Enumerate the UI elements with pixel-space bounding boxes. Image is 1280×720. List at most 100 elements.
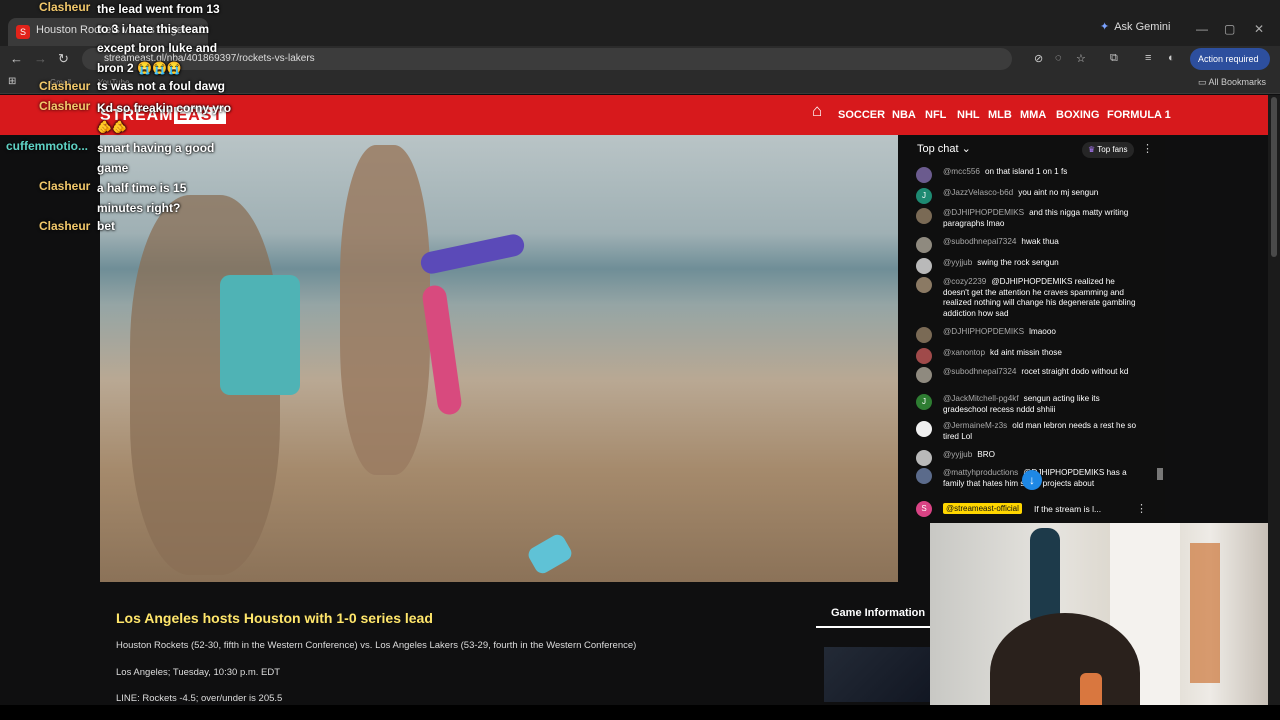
bookmark-star-icon[interactable]: ☆ [1076,52,1086,65]
overlay-username: Clasheur [39,179,91,193]
chat-message-body: @cozy2239 @DJHIPHOPDEMIKS realized he doe… [943,277,1139,319]
ask-gemini-button[interactable]: ✦ Ask Gemini [1100,20,1170,38]
video-pool-noodle-purple [418,232,527,276]
chat-avatar[interactable] [916,167,932,183]
chat-message-body: @DJHIPHOPDEMIKS and this nigga matty writ… [943,208,1139,229]
media-control-icon[interactable]: ≡ [1145,52,1151,64]
chat-avatar[interactable] [916,421,932,437]
apps-grid-icon[interactable]: ⊞ [8,76,16,87]
streameast-avatar: S [916,501,932,517]
nav-soccer[interactable]: SOCCER [838,109,885,121]
chat-text: rocet straight dodo without kd [1021,367,1129,376]
pinned-menu-icon[interactable]: ⋮ [1136,502,1147,515]
action-required-label: Action required [1198,54,1259,64]
nav-mma[interactable]: MMA [1020,109,1046,121]
overlay-message: ts was not a foul dawg [97,79,226,93]
all-bookmarks-button[interactable]: ▭ All Bookmarks [1198,77,1266,88]
game-thumbnail[interactable] [824,647,934,702]
chat-username[interactable]: @yyjjub [943,450,972,459]
chat-username[interactable]: @subodhnepal7324 [943,237,1016,246]
chat-username[interactable]: @JackMitchell-pg4kf [943,394,1019,403]
chat-avatar[interactable]: J [916,394,932,410]
top-fans-label: Top fans [1097,145,1128,154]
chat-username[interactable]: @DJHIPHOPDEMIKS [943,208,1024,217]
chat-message-body: @JermaineM-z3s old man lebron needs a res… [943,421,1139,442]
site-favicon: S [16,25,30,39]
folder-icon: ▭ [1197,77,1209,87]
chat-username[interactable]: @mcc556 [943,167,980,176]
nav-boxing[interactable]: BOXING [1056,109,1099,121]
page-scrollbar[interactable] [1268,95,1280,705]
reload-icon[interactable]: ↻ [58,51,69,67]
pinned-message[interactable]: S @streameast-official If the stream is … [916,501,1147,517]
minimize-icon[interactable]: — [1196,22,1208,36]
chat-avatar[interactable] [916,348,932,364]
chat-avatar[interactable] [916,237,932,253]
chat-avatar[interactable] [916,258,932,274]
chat-message-body: @subodhnepal7324 hwak thua [943,237,1139,248]
scroll-down-arrow-icon[interactable]: ↓ [1022,470,1042,490]
chat-avatar[interactable] [916,277,932,293]
chat-username[interactable]: @JazzVelasco-b6d [943,188,1013,197]
chat-text: lmaooo [1029,327,1056,336]
overlay-username: cuffemmotio... [6,139,89,153]
chat-avatar[interactable] [916,208,932,224]
chat-username[interactable]: @DJHIPHOPDEMIKS [943,327,1024,336]
chat-message-body: @mcc556 on that island 1 on 1 fs [943,167,1139,178]
chat-scrollbar[interactable] [1157,168,1163,493]
chat-avatar[interactable] [916,367,932,383]
chat-message-body: @yyjjub BRO [943,450,1139,461]
extensions-icon[interactable]: ⧉ [1110,52,1118,65]
bottom-bar [0,705,1280,720]
chat-text: kd aint missin those [990,348,1062,357]
overlay-message: a half time is 15 minutes right? [97,181,187,215]
overlay-message: smart having a good game [97,141,215,175]
overlay-username: Clasheur [39,0,91,14]
maximize-icon[interactable]: ▢ [1224,22,1235,36]
chat-avatar[interactable] [916,327,932,343]
chat-avatar[interactable]: J [916,188,932,204]
nav-nhl[interactable]: NHL [957,109,980,121]
chat-username[interactable]: @mattyhproductions [943,468,1018,477]
video-cooler [220,275,300,395]
chat-scrollbar-thumb[interactable] [1157,468,1163,480]
video-figure-girl [340,145,430,475]
chat-username[interactable]: @subodhnepal7324 [943,367,1016,376]
chat-message-body: @xanontop kd aint missin those [943,348,1139,359]
close-window-icon[interactable]: ✕ [1254,22,1264,36]
article-title: Los Angeles hosts Houston with 1-0 serie… [116,610,433,626]
profile-avatar-icon[interactable]: ◐ [1168,52,1175,64]
chat-avatar[interactable] [916,450,932,466]
chat-username[interactable]: @yyjjub [943,258,972,267]
top-fans-button[interactable]: ♛ Top fans [1082,142,1134,158]
chat-username[interactable]: @JermaineM-z3s [943,421,1007,430]
top-chat-label: Top chat [917,143,959,155]
camera-blocked-icon[interactable]: ⊘ [1034,52,1043,65]
ask-gemini-label: Ask Gemini [1114,21,1171,33]
eye-slash-icon[interactable]: ◌ [1055,52,1062,64]
article-betting-line: LINE: Rockets -4.5; over/under is 205.5 [116,693,283,704]
chevron-down-icon: ⌄ [961,143,971,155]
chat-menu-icon[interactable]: ⋮ [1142,142,1153,155]
chat-text: hwak thua [1021,237,1059,246]
chat-username[interactable]: @cozy2239 [943,277,986,286]
nav-mlb[interactable]: MLB [988,109,1012,121]
overlay-username: Clasheur [39,99,91,113]
top-chat-dropdown[interactable]: Top chat ⌄ [917,142,971,155]
chat-username[interactable]: @xanontop [943,348,985,357]
tab-game-information[interactable]: Game Information [816,602,936,628]
overlay-username: Clasheur [39,219,91,233]
nav-nfl[interactable]: NFL [925,109,946,121]
overlay-message: bet [97,219,115,233]
nav-nba[interactable]: NBA [892,109,916,121]
article-matchup: Houston Rockets (52-30, fifth in the Wes… [116,640,637,651]
forward-arrow-icon[interactable]: → [34,51,47,66]
page-scrollbar-thumb[interactable] [1271,97,1277,257]
back-arrow-icon[interactable]: ← [10,51,23,66]
overlay-message: the lead went from 13 to 3 i hate this t… [97,2,220,75]
chat-avatar[interactable] [916,468,932,484]
nav-formula1[interactable]: FORMULA 1 [1107,109,1171,121]
video-toy [525,531,575,577]
action-required-button[interactable]: Action required [1190,48,1270,70]
home-icon[interactable]: ⌂ [812,101,822,121]
